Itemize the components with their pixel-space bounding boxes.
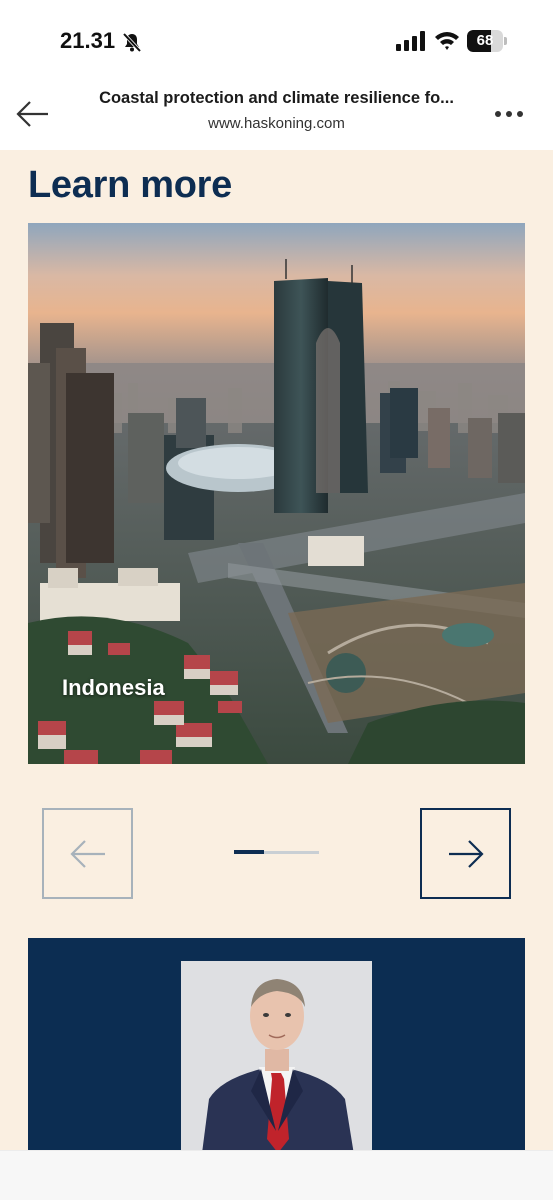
page-url[interactable]: www.haskoning.com (70, 115, 483, 132)
carousel-next-button[interactable] (420, 808, 511, 899)
cellular-signal-icon (396, 31, 425, 51)
arrow-right-icon (449, 840, 484, 868)
bell-muted-icon (122, 32, 142, 53)
battery-indicator: 68 (467, 30, 507, 52)
carousel-card-label: Indonesia (62, 675, 165, 700)
browser-header: Coastal protection and climate resilienc… (0, 80, 553, 150)
carousel-prev-button[interactable] (42, 808, 133, 899)
browser-bottom-bar (0, 1150, 553, 1200)
page-content: Learn more Indonesia (0, 150, 553, 1150)
arrow-left-icon[interactable] (14, 98, 52, 130)
page-title: Coastal protection and climate resilienc… (99, 89, 454, 107)
status-bar: 21.31 68 (0, 0, 553, 80)
contact-card (28, 938, 525, 1150)
learn-more-heading: Learn more (28, 164, 232, 206)
carousel-progress-track (234, 850, 319, 854)
battery-level-text: 68 (476, 32, 494, 49)
wifi-icon (435, 32, 459, 50)
contact-person-portrait (181, 961, 372, 1150)
status-time: 21.31 (60, 28, 116, 53)
arrow-left-icon (70, 840, 105, 868)
ellipsis-icon[interactable] (490, 104, 530, 124)
carousel-progress-indicator (234, 850, 264, 854)
carousel-card[interactable]: Indonesia (28, 223, 525, 764)
contact-photo (181, 961, 372, 1150)
